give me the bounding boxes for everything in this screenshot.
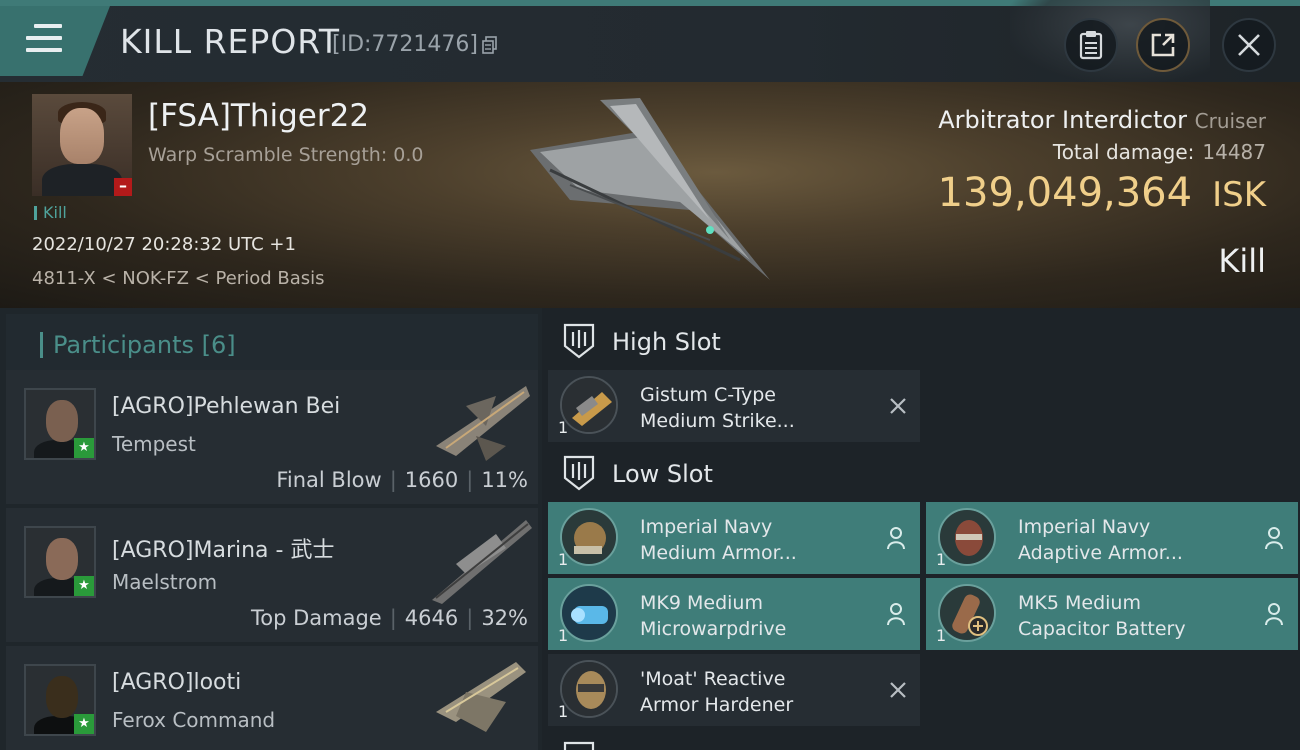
participant-ship-image [432,520,532,604]
next-slot-header-partial [548,732,914,750]
victim-banner: – [FSA]Thiger22 Warp Scramble Strength: … [0,82,1300,308]
module-icon [560,584,618,642]
module-item[interactable]: 1 MK5 Medium Capacitor Battery [926,578,1298,650]
low-slot-icon [563,455,595,491]
destroyed-x-icon [890,682,906,698]
high-slot-header: High Slot [548,310,914,372]
low-slot-header: Low Slot [548,442,914,504]
warp-scramble-strength: Warp Scramble Strength: 0.0 [148,144,424,166]
low-slot-label: Low Slot [612,460,713,488]
participant-name: [AGRO]looti [112,670,242,695]
module-icon [560,508,618,566]
participant-name: [AGRO]Marina - 武士 [112,538,335,563]
module-name: MK9 Medium Microwarpdrive [640,592,787,640]
module-name: 'Moat' Reactive Armor Hardener [640,668,794,716]
module-name: Imperial Navy Adaptive Armor... [1018,516,1183,564]
participant-ship-image [436,662,526,732]
dropped-user-icon [1265,603,1283,626]
report-id: [ID:7721476] [332,32,478,57]
module-quantity: 1 [936,550,947,569]
high-slot-label: High Slot [612,328,721,356]
victim-ship-image [530,98,770,280]
participants-header: Participants [6] [6,314,538,372]
module-icon [560,376,618,434]
dropped-user-icon [887,603,905,626]
participant-ship-image [436,386,530,461]
close-button[interactable] [1222,18,1276,72]
module-name: Gistum C-Type Medium Strike... [640,384,795,432]
participant-stats: Final Blow | 1660 | 11% [276,468,528,492]
kill-location: 4811-X < NOK-FZ < Period Basis [32,268,325,289]
result-label: Kill [1218,242,1266,280]
friendly-standing-icon: ★ [74,576,94,596]
participant-row[interactable]: ★ [AGRO]Pehlewan Bei Tempest Final Blow |… [6,370,538,504]
dropped-user-icon [887,527,905,550]
total-damage: Total damage: 14487 [1052,140,1266,164]
participants-label: Participants [6] [40,332,236,358]
participant-row[interactable]: ★ [AGRO]looti Ferox Command [6,646,538,750]
victim-ship-name[interactable]: Arbitrator Interdictor Cruiser [938,106,1266,134]
hostile-standing-icon: – [114,178,132,196]
fitting-panel: High Slot 1 Gistum C-Type Medium Strike..… [542,308,1300,750]
participants-panel: Participants [6] ★ [AGRO]Pehlewan Bei Te… [0,308,542,750]
participant-ship: Ferox Command [112,708,276,732]
clipboard-button[interactable] [1064,18,1118,72]
module-name: MK5 Medium Capacitor Battery [1018,592,1186,640]
slot-icon [563,741,595,750]
share-icon [1151,33,1175,57]
friendly-standing-icon: ★ [74,714,94,734]
share-button[interactable] [1136,18,1190,72]
friendly-standing-icon: ★ [74,438,94,458]
module-quantity: 1 [558,702,569,721]
kill-datetime: 2022/10/27 20:28:32 UTC +1 [32,234,296,255]
module-icon [560,660,618,718]
module-item[interactable]: 1 MK9 Medium Microwarpdrive [548,578,920,650]
isk-value: 139,049,364 ISK [937,170,1266,216]
module-icon [938,584,996,642]
module-item[interactable]: 1 Gistum C-Type Medium Strike... [548,370,920,442]
victim-ship-class: Cruiser [1194,109,1266,133]
module-name: Imperial Navy Medium Armor... [640,516,797,564]
participant-row[interactable]: ★ [AGRO]Marina - 武士 Maelstrom Top Damage… [6,508,538,642]
copy-icon[interactable] [482,36,498,54]
close-icon [1238,34,1260,56]
module-quantity: 1 [936,626,947,645]
participant-name: [AGRO]Pehlewan Bei [112,394,341,419]
menu-button[interactable] [0,6,110,76]
dropped-user-icon [1265,527,1283,550]
kill-tag: Kill [34,205,67,221]
clipboard-icon [1079,31,1103,60]
high-slot-icon [563,323,595,359]
module-item[interactable]: 1 Imperial Navy Adaptive Armor... [926,502,1298,574]
page-title: KILL REPORT [120,22,340,61]
module-item[interactable]: 1 Imperial Navy Medium Armor... [548,502,920,574]
menu-icon [26,24,62,54]
participant-ship: Tempest [112,432,196,456]
module-quantity: 1 [558,418,569,437]
module-icon [938,508,996,566]
header-bar: KILL REPORT [ID:7721476] [0,0,1300,82]
module-quantity: 1 [558,550,569,569]
victim-name[interactable]: [FSA]Thiger22 [148,98,369,134]
module-quantity: 1 [558,626,569,645]
module-item[interactable]: 1 'Moat' Reactive Armor Hardener [548,654,920,726]
destroyed-x-icon [890,398,906,414]
participant-stats: Top Damage | 4646 | 32% [250,606,528,630]
participant-ship: Maelstrom [112,570,218,594]
